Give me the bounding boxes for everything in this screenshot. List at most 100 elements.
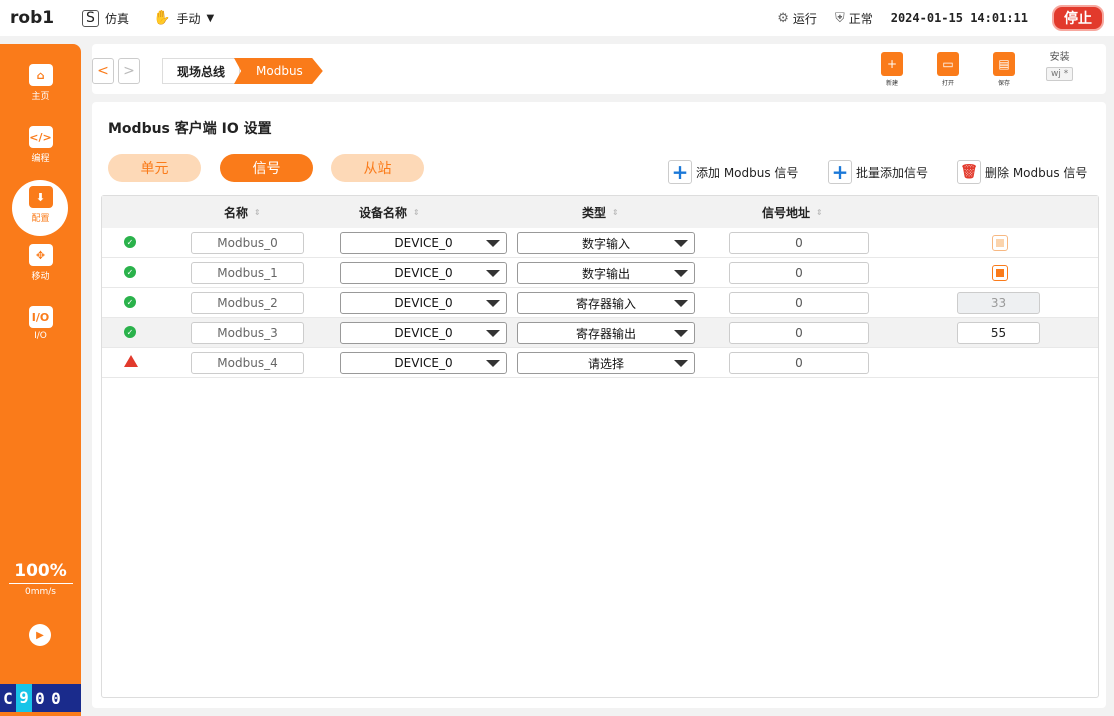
sim-mode-label: 仿真 xyxy=(105,11,130,26)
install-selector[interactable]: 安装 wj * xyxy=(1046,48,1074,81)
signal-name-input[interactable]: Modbus_2 xyxy=(191,292,304,314)
header-type-label: 类型 xyxy=(582,205,607,220)
new-file-button[interactable]: + 新建 xyxy=(864,48,920,87)
register-value-input[interactable]: 55 xyxy=(957,322,1040,344)
speed-unit: 0mm/s xyxy=(25,587,56,597)
signal-name-input[interactable]: Modbus_1 xyxy=(191,262,304,284)
type-select-value: 数字输出 xyxy=(581,266,630,281)
signal-address-input[interactable]: 0 xyxy=(729,322,869,344)
counter-char: 0 xyxy=(51,688,61,708)
type-select[interactable]: 寄存器输出 xyxy=(517,322,695,344)
header-device-label: 设备名称 xyxy=(359,205,408,220)
value-checkbox[interactable] xyxy=(992,265,1008,281)
play-icon[interactable]: ▶ xyxy=(29,624,51,646)
manual-mode-dropdown[interactable]: ✋ 手动 ▼ xyxy=(153,10,214,27)
table-row[interactable]: ✓ Modbus_1 DEVICE_0 数字输出 0 xyxy=(102,258,1098,288)
header-device[interactable]: 设备名称 ⇕ xyxy=(359,196,420,228)
plus-icon: + xyxy=(668,160,692,184)
check-circle-icon: ✓ xyxy=(124,326,136,338)
sidebar: ⌂ 主页 </> 编程 ⬇ 配置 ✥ 移动 I/O I/O 100% 0mm/s ▶ C 9 0 … xyxy=(0,44,81,716)
header-type[interactable]: 类型 ⇕ xyxy=(582,196,619,228)
new-file-icon: + xyxy=(881,52,903,76)
table-row[interactable]: Modbus_4 DEVICE_0 请选择 0 xyxy=(102,348,1098,378)
move-icon: ✥ xyxy=(28,244,53,266)
sidebar-item-io[interactable]: I/O I/O xyxy=(0,306,81,341)
delete-signal-button[interactable]: 🗑 删除 Modbus 信号 xyxy=(957,158,1087,186)
robot-arm-icon: ⚙ xyxy=(777,10,789,26)
batch-add-label: 批量添加信号 xyxy=(856,165,929,180)
device-select[interactable]: DEVICE_0 xyxy=(340,352,507,374)
tab-unit[interactable]: 单元 xyxy=(108,154,201,182)
type-select-value: 请选择 xyxy=(587,356,624,371)
header-address[interactable]: 信号地址 ⇕ xyxy=(762,196,823,228)
run-status-label: 运行 xyxy=(792,11,817,26)
device-select[interactable]: DEVICE_0 xyxy=(340,322,507,344)
normal-status-label: 正常 xyxy=(848,11,873,26)
add-signal-button[interactable]: + 添加 Modbus 信号 xyxy=(668,158,798,186)
new-file-label: 新建 xyxy=(885,80,898,87)
chevron-down-icon: ▼ xyxy=(206,12,215,24)
sidebar-item-home[interactable]: ⌂ 主页 xyxy=(0,64,81,102)
forward-button[interactable]: > xyxy=(118,58,140,84)
header-address-label: 信号地址 xyxy=(762,205,811,220)
open-file-button[interactable]: ▭ 打开 xyxy=(920,48,976,87)
sim-mode-toggle[interactable]: S 仿真 xyxy=(82,9,130,27)
hand-icon: ✋ xyxy=(153,10,171,26)
caret-down-icon xyxy=(674,360,688,367)
batch-add-button[interactable]: + 批量添加信号 xyxy=(828,158,928,186)
signal-address-input[interactable]: 0 xyxy=(729,262,869,284)
sidebar-item-code[interactable]: </> 编程 xyxy=(0,126,81,164)
back-button[interactable]: < xyxy=(92,58,114,84)
type-select-value: 数字输入 xyxy=(581,236,630,251)
trash-icon: 🗑 xyxy=(957,160,981,184)
shield-icon: ⛨ xyxy=(834,10,845,26)
device-select-value: DEVICE_0 xyxy=(394,356,453,370)
type-select[interactable]: 数字输入 xyxy=(517,232,695,254)
tab-slave[interactable]: 从站 xyxy=(331,154,424,182)
type-select[interactable]: 数字输出 xyxy=(517,262,695,284)
stop-button[interactable]: 停止 xyxy=(1052,5,1104,31)
signal-address-input[interactable]: 0 xyxy=(729,352,869,374)
page-title: Modbus 客户端 IO 设置 xyxy=(108,121,272,137)
device-select-value: DEVICE_0 xyxy=(394,236,453,250)
manual-mode-label: 手动 xyxy=(176,11,201,26)
add-signal-label: 添加 Modbus 信号 xyxy=(696,165,799,180)
save-icon: ▤ xyxy=(993,52,1015,76)
type-select[interactable]: 寄存器输入 xyxy=(517,292,695,314)
table-row[interactable]: ✓ Modbus_3 DEVICE_0 寄存器输出 0 55 xyxy=(102,318,1098,348)
install-value: wj * xyxy=(1046,67,1074,81)
value-checkbox[interactable] xyxy=(992,235,1008,251)
signal-address-input[interactable]: 0 xyxy=(729,292,869,314)
caret-down-icon xyxy=(486,240,500,247)
caret-down-icon xyxy=(486,270,500,277)
type-select[interactable]: 请选择 xyxy=(517,352,695,374)
header-name[interactable]: 名称 ⇕ xyxy=(224,196,261,228)
top-bar: rob1 S 仿真 ✋ 手动 ▼ ⚙ 运行 ⛨ 正常 2024-01-15 14… xyxy=(0,0,1114,36)
config-icon: ⬇ xyxy=(28,186,53,208)
tab-signal[interactable]: 信号 xyxy=(220,154,313,182)
sidebar-item-move[interactable]: ✥ 移动 xyxy=(0,244,81,282)
home-icon: ⌂ xyxy=(28,64,53,86)
device-select[interactable]: DEVICE_0 xyxy=(340,232,507,254)
signal-address-input[interactable]: 0 xyxy=(729,232,869,254)
device-select[interactable]: DEVICE_0 xyxy=(340,292,507,314)
signal-name-input[interactable]: Modbus_3 xyxy=(191,322,304,344)
signal-name-input[interactable]: Modbus_0 xyxy=(191,232,304,254)
table-header: 名称 ⇕ 设备名称 ⇕ 类型 ⇕ 信号地址 ⇕ xyxy=(102,196,1098,228)
io-icon: I/O xyxy=(28,306,53,328)
table-row[interactable]: ✓ Modbus_2 DEVICE_0 寄存器输入 0 33 xyxy=(102,288,1098,318)
table-row[interactable]: ✓ Modbus_0 DEVICE_0 数字输入 0 xyxy=(102,228,1098,258)
caret-down-icon xyxy=(486,360,500,367)
breadcrumb-current[interactable]: Modbus xyxy=(234,58,323,84)
breadcrumb-parent[interactable]: 现场总线 xyxy=(162,58,241,84)
sidebar-item-config[interactable]: ⬇ 配置 xyxy=(0,186,81,224)
speed-percent: 100% xyxy=(14,561,67,581)
folder-icon: ▭ xyxy=(937,52,959,76)
save-file-button[interactable]: ▤ 保存 xyxy=(976,48,1032,87)
save-file-label: 保存 xyxy=(997,80,1010,87)
speed-indicator[interactable]: 100% 0mm/s xyxy=(0,561,81,597)
plus-icon: + xyxy=(828,160,852,184)
device-select-value: DEVICE_0 xyxy=(394,326,453,340)
signal-name-input[interactable]: Modbus_4 xyxy=(191,352,304,374)
device-select[interactable]: DEVICE_0 xyxy=(340,262,507,284)
